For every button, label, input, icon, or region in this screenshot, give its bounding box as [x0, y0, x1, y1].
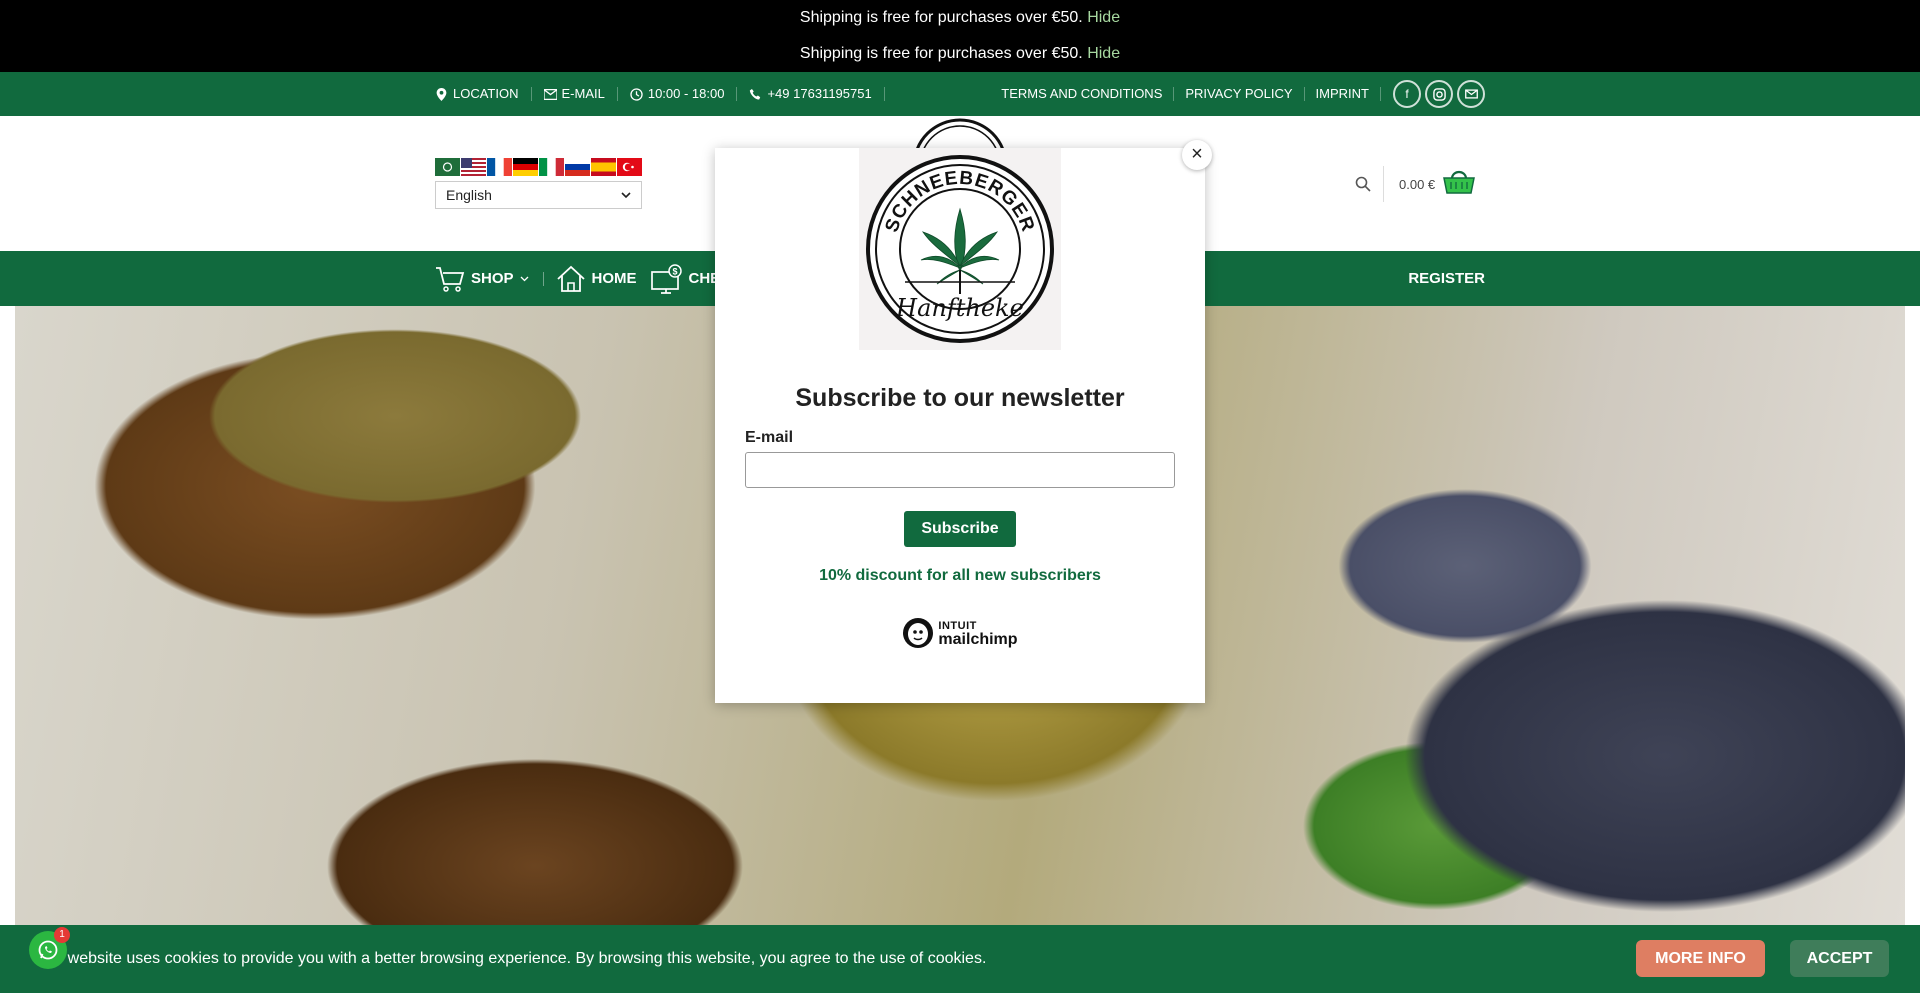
- promo-line: Shipping is free for purchases over €50.…: [0, 0, 1920, 36]
- monitor-dollar-icon: $: [650, 263, 682, 294]
- promo-hide-link[interactable]: Hide: [1087, 9, 1120, 26]
- location-pin-icon: [436, 87, 447, 101]
- nav-home[interactable]: HOME: [556, 265, 651, 293]
- phone-icon: [750, 88, 761, 100]
- flag-italian-icon[interactable]: [539, 158, 564, 176]
- whatsapp-button[interactable]: 1: [29, 927, 70, 969]
- nav-home-label: HOME: [591, 270, 637, 287]
- whatsapp-icon: [38, 940, 58, 960]
- notification-badge: 1: [54, 927, 70, 943]
- chevron-down-icon: [621, 191, 631, 198]
- flag-turkish-icon[interactable]: [617, 158, 642, 176]
- location-link[interactable]: LOCATION: [435, 87, 532, 101]
- cookie-message: This website uses cookies to provide you…: [33, 950, 987, 967]
- logo-script: Hanftheke: [895, 294, 1024, 322]
- search-button[interactable]: [1355, 166, 1384, 202]
- mail-icon[interactable]: [1457, 80, 1485, 108]
- cookie-bar: This website uses cookies to provide you…: [0, 925, 1920, 993]
- flag-english-icon[interactable]: [461, 158, 486, 176]
- more-info-button[interactable]: MORE INFO: [1636, 940, 1765, 977]
- brand-logo: SCHNEEBERGER Hanftheke: [859, 148, 1061, 350]
- flag-spanish-icon[interactable]: [591, 158, 616, 176]
- promo-text: Shipping is free for purchases over €50.: [799, 9, 1083, 26]
- close-icon[interactable]: ×: [1182, 140, 1212, 170]
- flag-russian-icon[interactable]: [565, 158, 590, 176]
- location-label: LOCATION: [453, 86, 519, 101]
- email-link[interactable]: E-MAIL: [532, 87, 618, 101]
- mailchimp-freddie-icon: [903, 618, 934, 648]
- promo-bar: Shipping is free for purchases over €50.…: [0, 0, 1920, 72]
- imprint-link[interactable]: IMPRINT: [1305, 87, 1381, 101]
- instagram-icon[interactable]: [1425, 80, 1453, 108]
- search-icon: [1355, 176, 1371, 192]
- discount-note: 10% discount for all new subscribers: [819, 567, 1101, 584]
- opening-hours: 10:00 - 18:00: [618, 87, 738, 101]
- language-select[interactable]: English: [435, 181, 642, 209]
- promo-text: Shipping is free for purchases over €50.: [799, 45, 1083, 62]
- hours-label: 10:00 - 18:00: [647, 86, 725, 101]
- cart-total[interactable]: 0.00 €: [1399, 177, 1435, 192]
- register-link[interactable]: REGISTER: [1408, 251, 1485, 306]
- email-label: E-MAIL: [561, 86, 605, 101]
- privacy-link[interactable]: PRIVACY POLICY: [1174, 87, 1305, 101]
- email-label: E-mail: [745, 429, 794, 446]
- top-bar: LOCATION E-MAIL 10:00 - 18:00 +49 176311…: [0, 72, 1920, 116]
- clock-icon: [630, 87, 643, 101]
- modal-title: Subscribe to our newsletter: [795, 384, 1125, 412]
- cart-icon: [436, 266, 465, 292]
- shopping-basket-icon[interactable]: [1443, 168, 1476, 201]
- language-flags: [435, 158, 642, 176]
- badge-name: mailchimp: [938, 631, 1018, 648]
- nav-divider: [542, 271, 544, 286]
- promo-hide-link[interactable]: Hide: [1087, 45, 1120, 62]
- nav-shop-label: SHOP: [471, 270, 514, 287]
- promo-line: Shipping is free for purchases over €50.…: [0, 36, 1920, 72]
- flag-german-icon[interactable]: [513, 158, 538, 176]
- flag-arabic-icon[interactable]: [435, 158, 460, 176]
- chevron-down-icon: [520, 276, 528, 281]
- phone-label: +49 17631195751: [767, 86, 872, 101]
- svg-text:$: $: [672, 266, 677, 276]
- accept-button[interactable]: ACCEPT: [1790, 940, 1889, 977]
- email-field[interactable]: [745, 452, 1175, 488]
- flag-french-icon[interactable]: [487, 158, 512, 176]
- nav-shop[interactable]: SHOP: [435, 265, 543, 293]
- newsletter-modal: × SCHNEEBERGER Hanftheke Subscribe to ou…: [715, 140, 1212, 703]
- phone-link[interactable]: +49 17631195751: [737, 86, 885, 101]
- subscribe-button[interactable]: Subscribe: [904, 511, 1016, 547]
- facebook-icon[interactable]: f: [1393, 80, 1421, 108]
- mailchimp-badge[interactable]: INTUIT mailchimp: [902, 617, 1018, 649]
- terms-link[interactable]: TERMS AND CONDITIONS: [990, 87, 1175, 101]
- home-icon: [556, 265, 585, 292]
- envelope-icon: [543, 88, 557, 100]
- language-selected: English: [446, 187, 492, 203]
